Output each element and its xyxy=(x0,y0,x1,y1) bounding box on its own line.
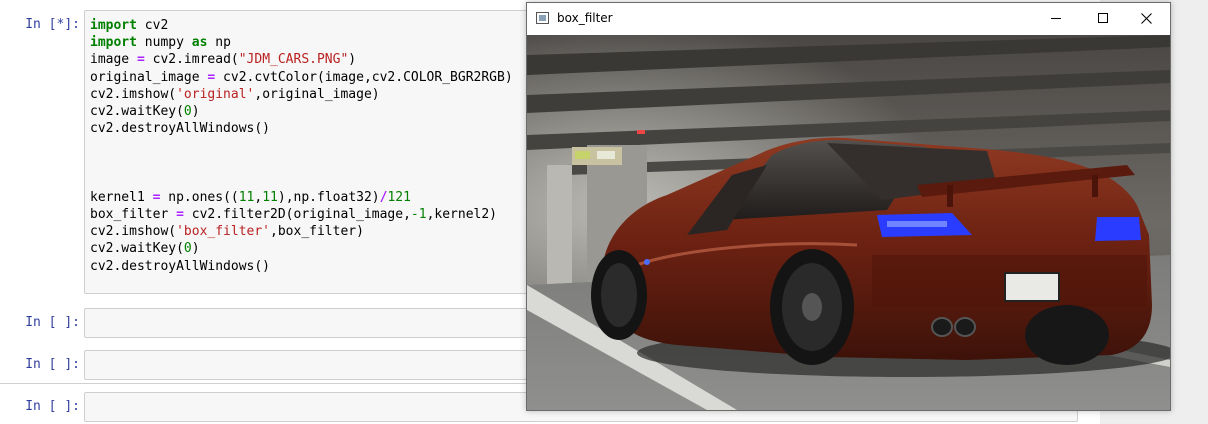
opencv-window-icon xyxy=(536,12,549,24)
code-token: cv2.destroyAllWindows() xyxy=(90,258,271,274)
code-token: ) xyxy=(191,241,200,257)
minimize-icon xyxy=(1051,18,1061,19)
code-token: np xyxy=(207,35,231,51)
code-token: 11 xyxy=(262,189,278,205)
code-token: box_filter xyxy=(90,207,177,223)
code-token: 'original' xyxy=(176,86,255,102)
code-token: cv2.filter2D(original_image, xyxy=(183,207,411,223)
cell-1-prompt: In [*]: xyxy=(25,17,80,32)
code-line: kernel1 = np.ones((11,11),np.float32)/12… xyxy=(90,189,513,206)
minimize-button[interactable] xyxy=(1034,3,1080,34)
code-token: cv2 xyxy=(136,18,169,33)
code-token: cv2.imread( xyxy=(144,52,239,68)
code-line: cv2.destroyAllWindows() xyxy=(90,258,513,275)
code-token: -1 xyxy=(410,207,427,223)
window-title: box_filter xyxy=(557,11,613,25)
code-token: ) xyxy=(191,103,200,119)
code-line: box_filter = cv2.filter2D(original_image… xyxy=(90,206,513,223)
code-line: image = cv2.imread("JDM_CARS.PNG") xyxy=(90,51,513,68)
cell-2-prompt: In [ ]: xyxy=(25,315,80,330)
code-line: cv2.imshow('original',original_image) xyxy=(90,86,513,103)
code-token: ,box_filter) xyxy=(270,224,364,240)
code-line: cv2.imshow('box_filter',box_filter) xyxy=(90,223,513,240)
code-line: cv2.waitKey(0) xyxy=(90,103,513,120)
box-filter-image xyxy=(527,35,1170,410)
code-token: ),np.float32) xyxy=(277,189,380,205)
code-token: 121 xyxy=(387,189,411,205)
maximize-icon xyxy=(1098,13,1108,23)
code-token: image xyxy=(90,52,137,68)
code-line: cv2.destroyAllWindows() xyxy=(90,120,513,137)
code-editor[interactable]: import cv2 import numpy as np image = cv2.… xyxy=(90,17,513,275)
code-line: import cv2 xyxy=(90,17,513,34)
code-token: cv2.imshow( xyxy=(90,86,177,102)
code-token: cv2.cvtColor(image,cv2.COLOR_BGR2RGB) xyxy=(215,69,513,85)
code-token: "JDM_CARS.PNG" xyxy=(238,52,349,68)
code-token: 0 xyxy=(183,103,192,119)
cell-4-prompt: In [ ]: xyxy=(25,399,80,414)
code-token: import xyxy=(90,35,137,51)
code-token: 11 xyxy=(238,189,255,205)
cell-3-prompt: In [ ]: xyxy=(25,357,80,372)
code-token: cv2.waitKey( xyxy=(90,103,184,119)
code-token: ,original_image) xyxy=(254,86,380,102)
code-token: cv2.destroyAllWindows() xyxy=(90,121,271,137)
code-token: as xyxy=(191,35,208,51)
close-button[interactable] xyxy=(1124,3,1170,34)
code-token: 0 xyxy=(183,241,192,257)
code-token: = xyxy=(176,207,184,223)
code-line: cv2.waitKey(0) xyxy=(90,240,513,257)
maximize-button[interactable] xyxy=(1080,3,1126,34)
imshow-window[interactable]: box_filter xyxy=(526,2,1171,411)
code-token: ) xyxy=(348,52,357,68)
code-token: ,kernel2) xyxy=(426,207,498,223)
code-token: kernel1 xyxy=(90,189,153,205)
code-token: import xyxy=(90,18,137,33)
window-titlebar[interactable]: box_filter xyxy=(527,3,1170,34)
code-line: original_image = cv2.cvtColor(image,cv2.… xyxy=(90,69,513,86)
close-icon xyxy=(1141,13,1152,24)
code-token: = xyxy=(136,52,145,68)
code-token: original_image xyxy=(90,69,208,85)
code-token: 'box_filter' xyxy=(176,224,271,240)
code-token: np.ones(( xyxy=(160,189,239,205)
code-token: numpy xyxy=(136,35,192,51)
code-token: cv2.imshow( xyxy=(90,224,177,240)
code-line: import numpy as np xyxy=(90,34,513,51)
code-token: cv2.waitKey( xyxy=(90,241,184,257)
